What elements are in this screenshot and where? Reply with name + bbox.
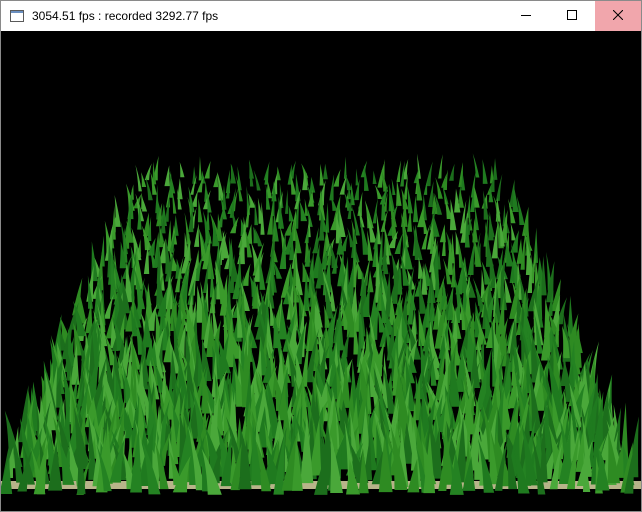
close-button[interactable] <box>595 1 641 31</box>
grass-scene <box>1 31 641 511</box>
close-icon <box>612 7 624 25</box>
render-viewport[interactable] <box>1 31 641 511</box>
title-bar[interactable]: 3054.51 fps : recorded 3292.77 fps <box>1 1 641 31</box>
application-window: 3054.51 fps : recorded 3292.77 fps <box>0 0 642 512</box>
maximize-icon <box>567 7 577 25</box>
minimize-icon <box>521 7 531 25</box>
maximize-button[interactable] <box>549 1 595 31</box>
minimize-button[interactable] <box>503 1 549 31</box>
app-window-icon <box>10 9 24 22</box>
window-title: 3054.51 fps : recorded 3292.77 fps <box>32 9 219 23</box>
